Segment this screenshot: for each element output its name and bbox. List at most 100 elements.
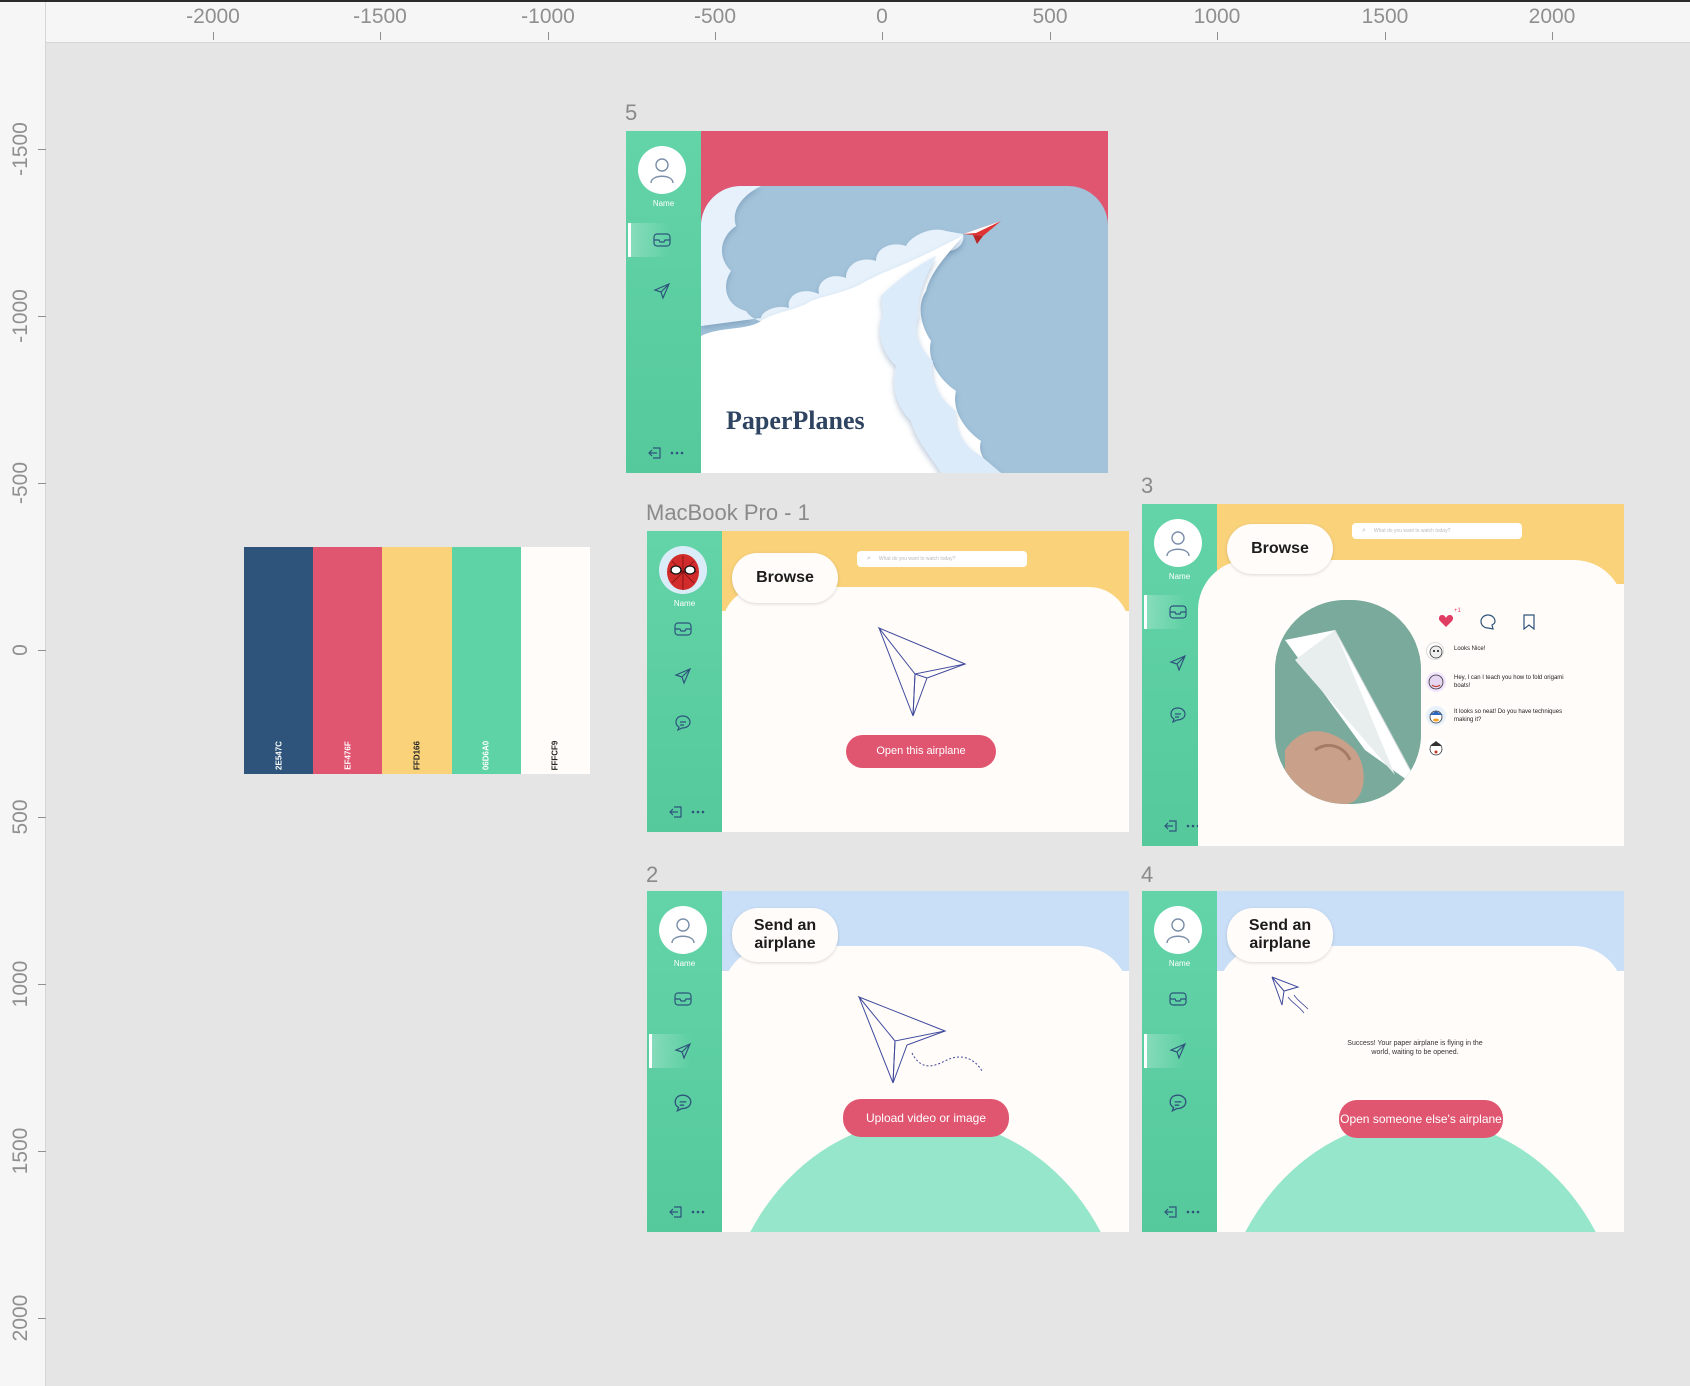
ruler-tick: 1000 [0,924,46,1044]
send-icon[interactable] [671,664,695,688]
chat-icon[interactable] [671,711,695,735]
logout-icon[interactable] [1164,820,1178,832]
inbox-icon[interactable] [671,617,695,641]
comment-text: It looks so neat! Do you have techniques… [1454,709,1563,723]
airplane-photo[interactable] [1275,600,1421,804]
hero-illustration: PaperPlanes [701,186,1108,473]
success-message: Success! Your paper airplane is flying i… [1347,1040,1483,1057]
user-name: Name [673,599,696,608]
sidebar-footer [1164,820,1200,832]
frame-send-success[interactable]: Name Send an airplane Success! Your pape… [1142,891,1624,1232]
more-icon[interactable] [1186,1210,1200,1214]
frame-send-upload[interactable]: Name Send an airplane Upload video or im… [647,891,1129,1232]
swatch-red[interactable]: EF476F [313,547,383,774]
commenter-avatar [1426,672,1446,692]
flying-plane-icon [1271,976,1309,1014]
search-placeholder: What do you want to watch today? [1373,528,1451,534]
frame-label[interactable]: 3 [1141,473,1153,499]
clouds-illustration: PaperPlanes [701,186,1001,473]
logo-wordmark: PaperPlanes [726,406,865,435]
user-name: Name [1168,959,1191,968]
inbox-icon[interactable] [1166,987,1190,1011]
browse-pill[interactable]: Browse [1227,524,1333,574]
ruler-tick: 1000 [1157,2,1277,40]
frame-browse-detail[interactable]: Name Browse ⌕ What do you want to watch t… [1142,504,1624,846]
sidebar: Name [647,531,722,832]
user-name: Name [1168,572,1191,581]
more-icon[interactable] [670,451,684,455]
logout-icon[interactable] [648,447,662,459]
commenter-avatar [1426,642,1444,660]
avatar[interactable] [638,146,686,194]
sidebar-footer [648,447,684,459]
user-name: Name [673,959,696,968]
swatch-cream[interactable]: FFFCF9 [520,547,591,774]
paper-plane-icon [877,626,967,717]
browse-pill[interactable]: Browse [732,553,838,603]
open-others-airplane-button[interactable]: Open someone else's airplane [1339,1100,1503,1138]
ruler-tick: 0 [822,2,942,40]
send-airplane-pill[interactable]: Send an airplane [732,908,838,962]
comment-icon[interactable] [1480,614,1496,630]
ruler-tick: -1500 [320,2,440,40]
bookmark-icon[interactable] [1523,614,1535,630]
ruler-tick: -500 [655,2,775,40]
chat-icon[interactable] [671,1091,695,1115]
send-icon[interactable] [1166,1039,1190,1063]
sidebar-footer [1164,1206,1200,1218]
upload-button[interactable]: Upload video or image [843,1099,1009,1137]
color-palette[interactable]: 2E547C EF476F FFD166 06D6A0 FFFCF9 [244,547,591,774]
logout-icon[interactable] [1164,1206,1178,1218]
avatar[interactable] [1154,906,1202,954]
search-input[interactable]: ⌕ What do you want to watch today? [1352,523,1522,539]
frame-label[interactable]: 2 [646,862,658,888]
send-icon[interactable] [671,1039,695,1063]
sidebar: Name [626,131,701,473]
chat-icon[interactable] [1166,703,1190,727]
more-icon[interactable] [691,810,705,814]
heart-icon[interactable] [1438,614,1454,628]
send-icon[interactable] [1166,651,1190,675]
search-input[interactable]: ⌕ What do you want to watch today? [857,551,1027,567]
frame-label[interactable]: 5 [625,100,637,126]
open-airplane-button[interactable]: Open this airplane [846,735,996,768]
ruler-tick: -1500 [0,89,46,209]
avatar[interactable] [659,906,707,954]
comment-text: Hey, I can I teach you how to fold origa… [1454,675,1564,689]
avatar[interactable] [659,546,707,594]
vertical-ruler: -1500 -1000 -500 0 500 1000 1500 2000 [0,43,46,1386]
sidebar: Name [647,891,722,1232]
send-airplane-pill[interactable]: Send an airplane [1227,908,1333,962]
send-icon[interactable] [650,279,674,303]
frame-label[interactable]: 4 [1141,862,1153,888]
ruler-tick: 0 [0,590,46,710]
ruler-tick: 1500 [1325,2,1445,40]
commenter-avatar [1426,738,1446,758]
frame-browse-empty[interactable]: Name Browse ⌕ What do you want to watch t… [647,531,1129,832]
logout-icon[interactable] [669,1206,683,1218]
commenter-avatar [1426,706,1446,726]
inbox-icon[interactable] [650,228,674,252]
search-icon: ⌕ [867,555,871,562]
sidebar-footer [669,806,705,818]
inbox-icon[interactable] [1166,600,1190,624]
logout-icon[interactable] [669,806,683,818]
user-icon [1166,531,1190,557]
swatch-navy[interactable]: 2E547C [244,547,314,774]
swatch-green[interactable]: 06D6A0 [451,547,521,774]
ruler-tick: -1000 [0,256,46,376]
frame-label[interactable]: MacBook Pro - 1 [646,500,810,526]
chat-icon[interactable] [1166,1091,1190,1115]
sidebar-footer [669,1206,705,1218]
ruler-tick: 500 [0,757,46,877]
ruler-tick: 1500 [0,1091,46,1211]
user-icon [671,918,695,944]
avatar[interactable] [1154,519,1202,567]
ruler-tick: -500 [0,423,46,543]
swatch-yellow[interactable]: FFD166 [382,547,452,774]
inbox-icon[interactable] [671,987,695,1011]
paper-plane-photo [1275,600,1421,804]
frame-landing[interactable]: Name PaperPlanes [626,131,1108,473]
more-icon[interactable] [691,1210,705,1214]
spiderman-avatar-icon [659,546,707,594]
